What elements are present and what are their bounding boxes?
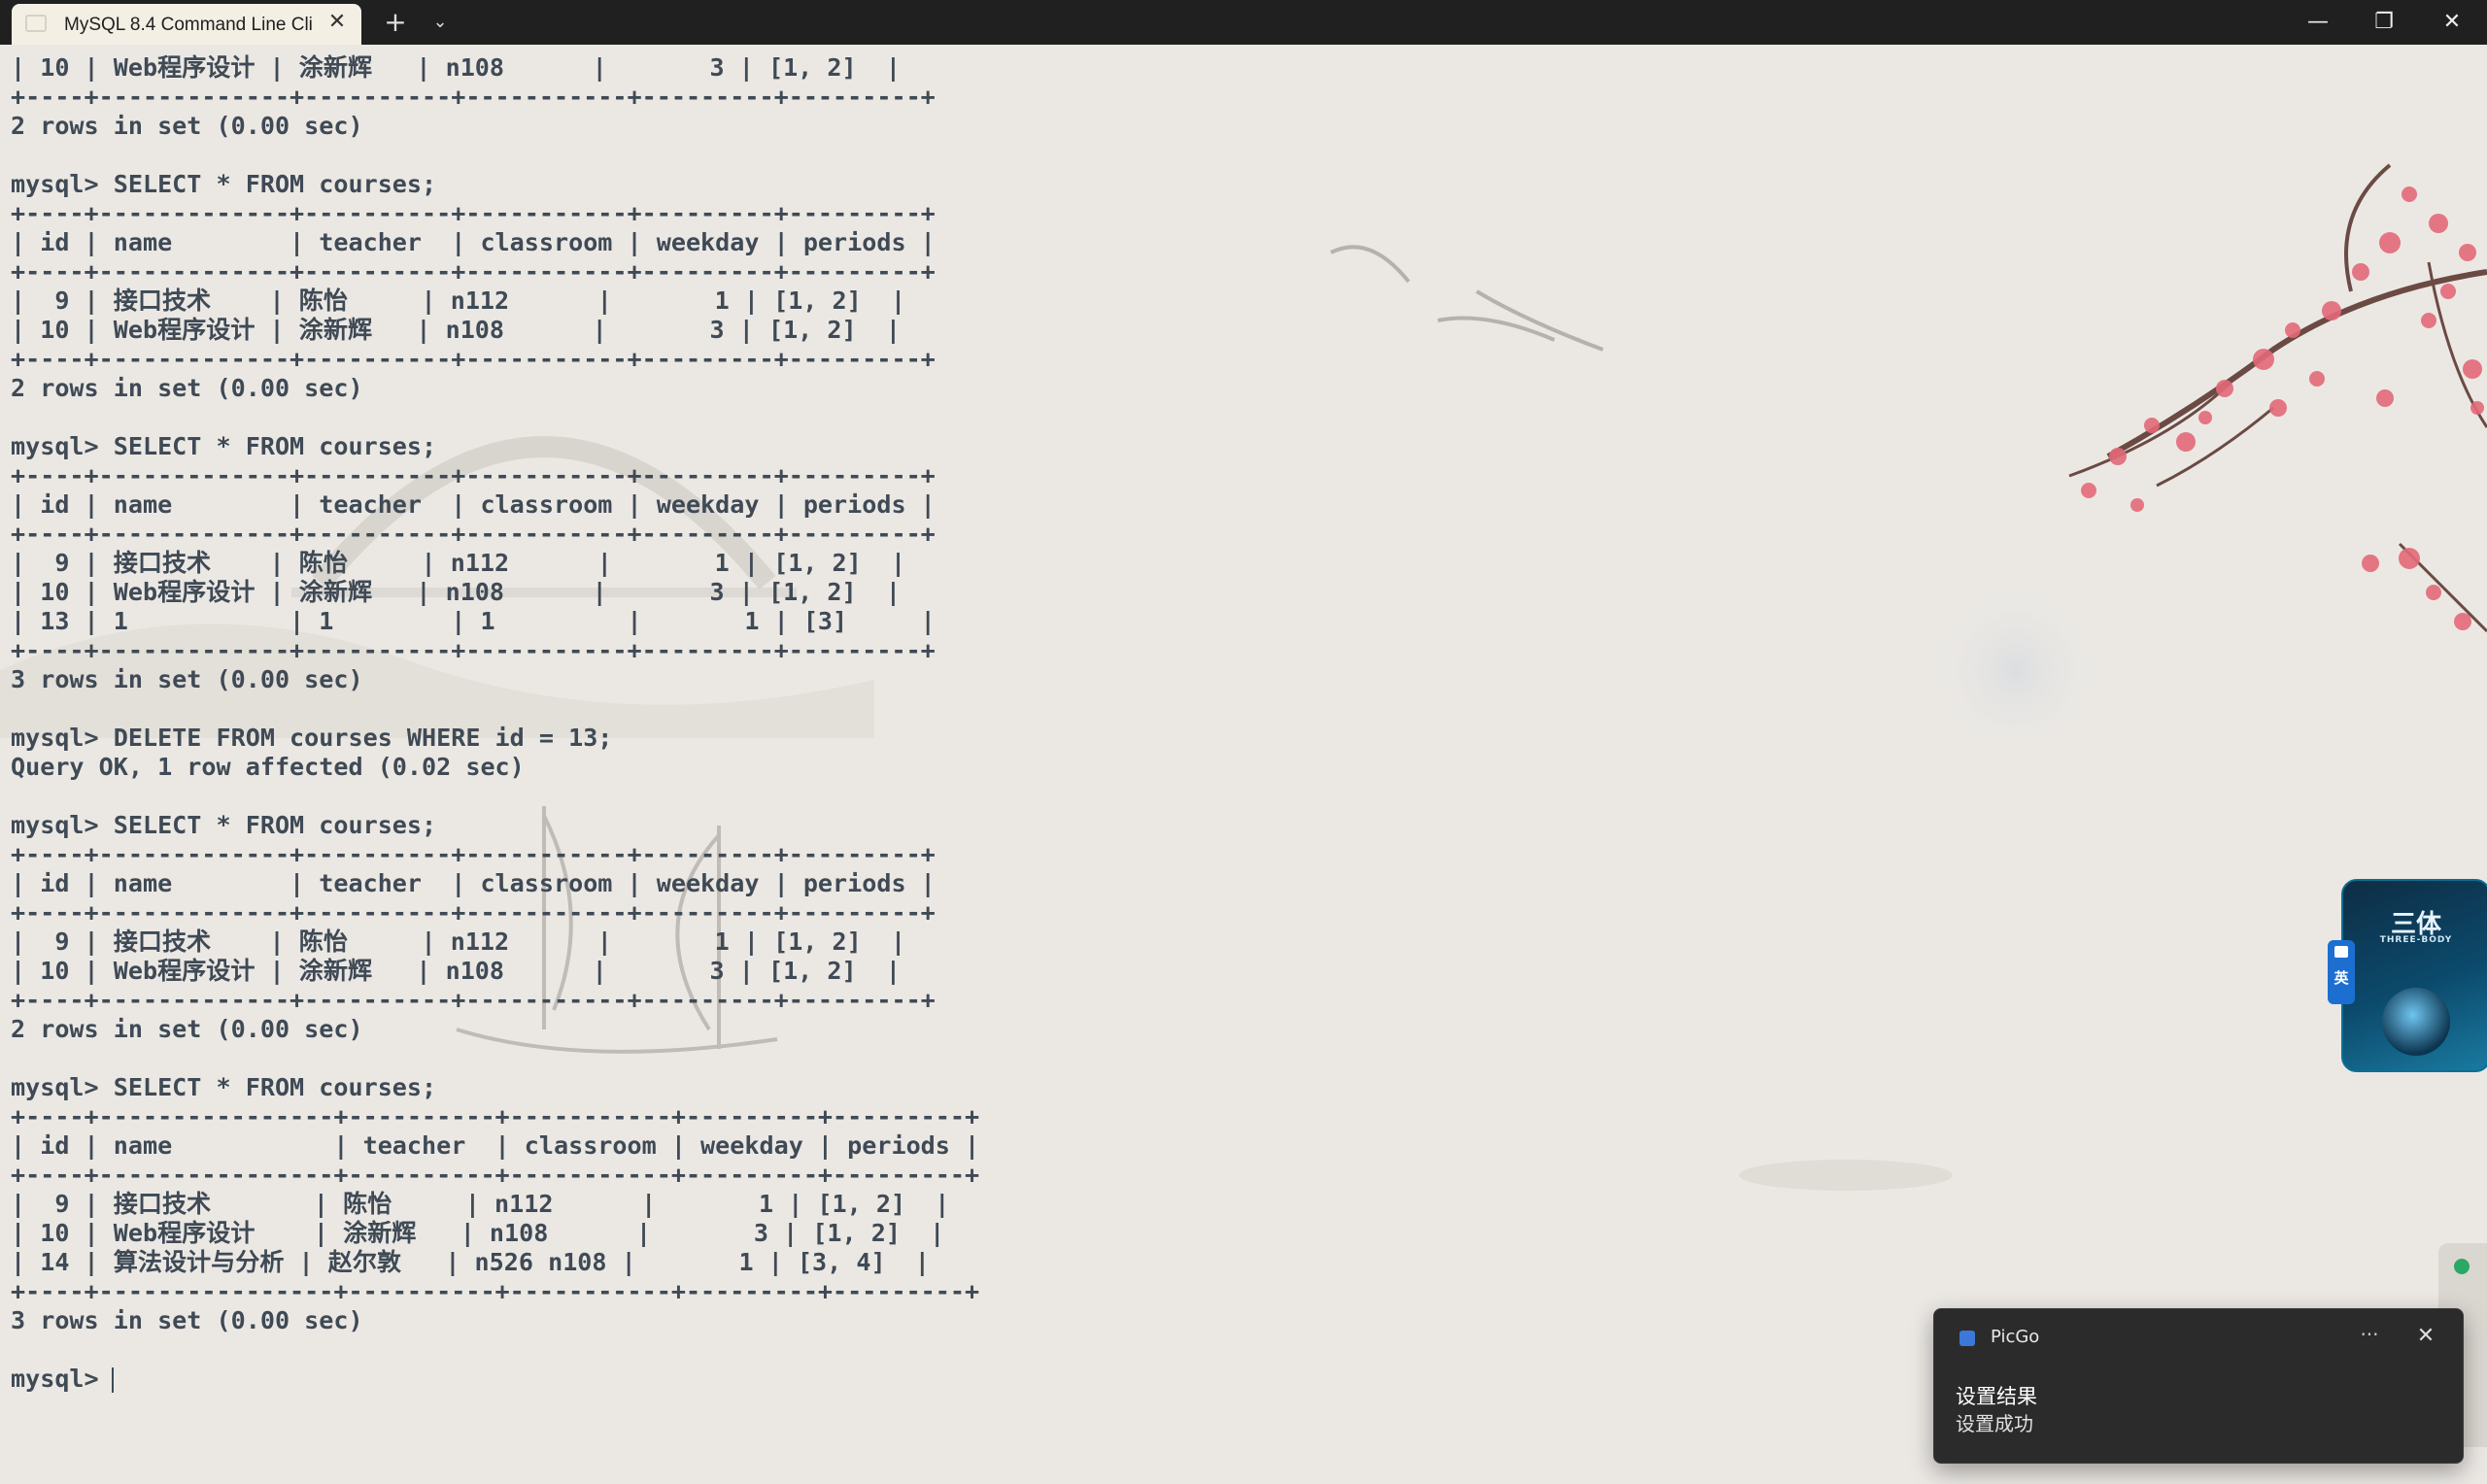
close-tab-icon[interactable]: ✕ — [323, 8, 352, 37]
ime-indicator[interactable]: 英 — [2328, 940, 2355, 1004]
new-tab-button[interactable]: + — [379, 6, 412, 39]
picgo-notification[interactable]: PicGo ··· ✕ 设置结果 设置成功 — [1933, 1308, 2464, 1464]
widget-subtitle: THREE-BODY — [2379, 935, 2453, 945]
more-options-button[interactable]: ··· — [2350, 1323, 2389, 1352]
terminal-output[interactable]: | 10 | Web程序设计 | 涂新辉 | n108 | 3 | [1, 2]… — [11, 53, 979, 1394]
ime-label: 英 — [2334, 969, 2349, 987]
planet-icon — [2382, 988, 2450, 1056]
terminal-icon — [25, 15, 47, 32]
notification-title: 设置结果 — [1956, 1385, 2037, 1408]
close-window-button[interactable]: ✕ — [2419, 0, 2485, 45]
notification-app-name: PicGo — [1991, 1327, 2040, 1347]
text-cursor — [112, 1367, 114, 1393]
three-body-widget[interactable]: 三体 THREE-BODY — [2341, 879, 2487, 1072]
tab-title: MySQL 8.4 Command Line Cli — [64, 15, 313, 35]
status-dot-icon — [2454, 1259, 2470, 1274]
ime-icon — [2334, 946, 2348, 958]
tab-mysql-cli[interactable]: MySQL 8.4 Command Line Cli ✕ — [12, 4, 361, 45]
mist-cloud — [1739, 1160, 1953, 1191]
restore-button[interactable]: ❐ — [2351, 0, 2417, 45]
minimize-button[interactable]: — — [2285, 0, 2351, 45]
close-notification-button[interactable]: ✕ — [2410, 1321, 2441, 1352]
mist-sun — [1928, 583, 2103, 758]
picgo-app-icon — [1959, 1331, 1975, 1346]
notification-body: 设置成功 — [1956, 1412, 2033, 1435]
chevron-down-icon[interactable]: ⌄ — [424, 6, 457, 39]
window-title-bar: MySQL 8.4 Command Line Cli ✕ + ⌄ — ❐ ✕ — [0, 0, 2487, 45]
